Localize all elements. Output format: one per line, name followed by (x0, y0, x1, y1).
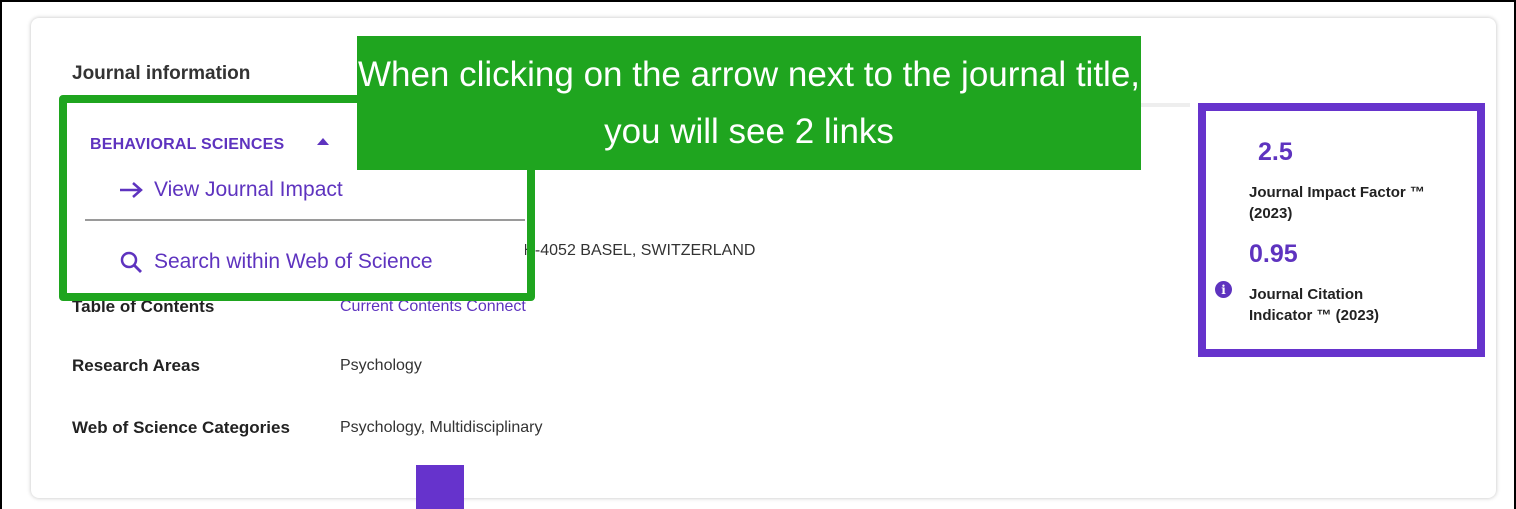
jci-value: 0.95 (1249, 240, 1298, 268)
jif-value: 2.5 (1258, 138, 1293, 166)
research-areas-value: Psychology (340, 357, 422, 374)
jif-label: Journal Impact Factor ™ (2023) (1249, 184, 1425, 222)
jci-label: Journal Citation Indicator ™ (2023) (1249, 286, 1380, 324)
info-icon[interactable]: i (1215, 281, 1232, 298)
decorative-square (416, 465, 464, 509)
row-label-research-areas: Research Areas (72, 356, 200, 375)
row-label-wos-categories: Web of Science Categories (72, 418, 290, 437)
card-title: Journal information (72, 63, 251, 84)
wos-categories-value: Psychology, Multidisciplinary (340, 419, 543, 436)
annotation-callout: When clicking on the arrow next to the j… (357, 36, 1141, 170)
